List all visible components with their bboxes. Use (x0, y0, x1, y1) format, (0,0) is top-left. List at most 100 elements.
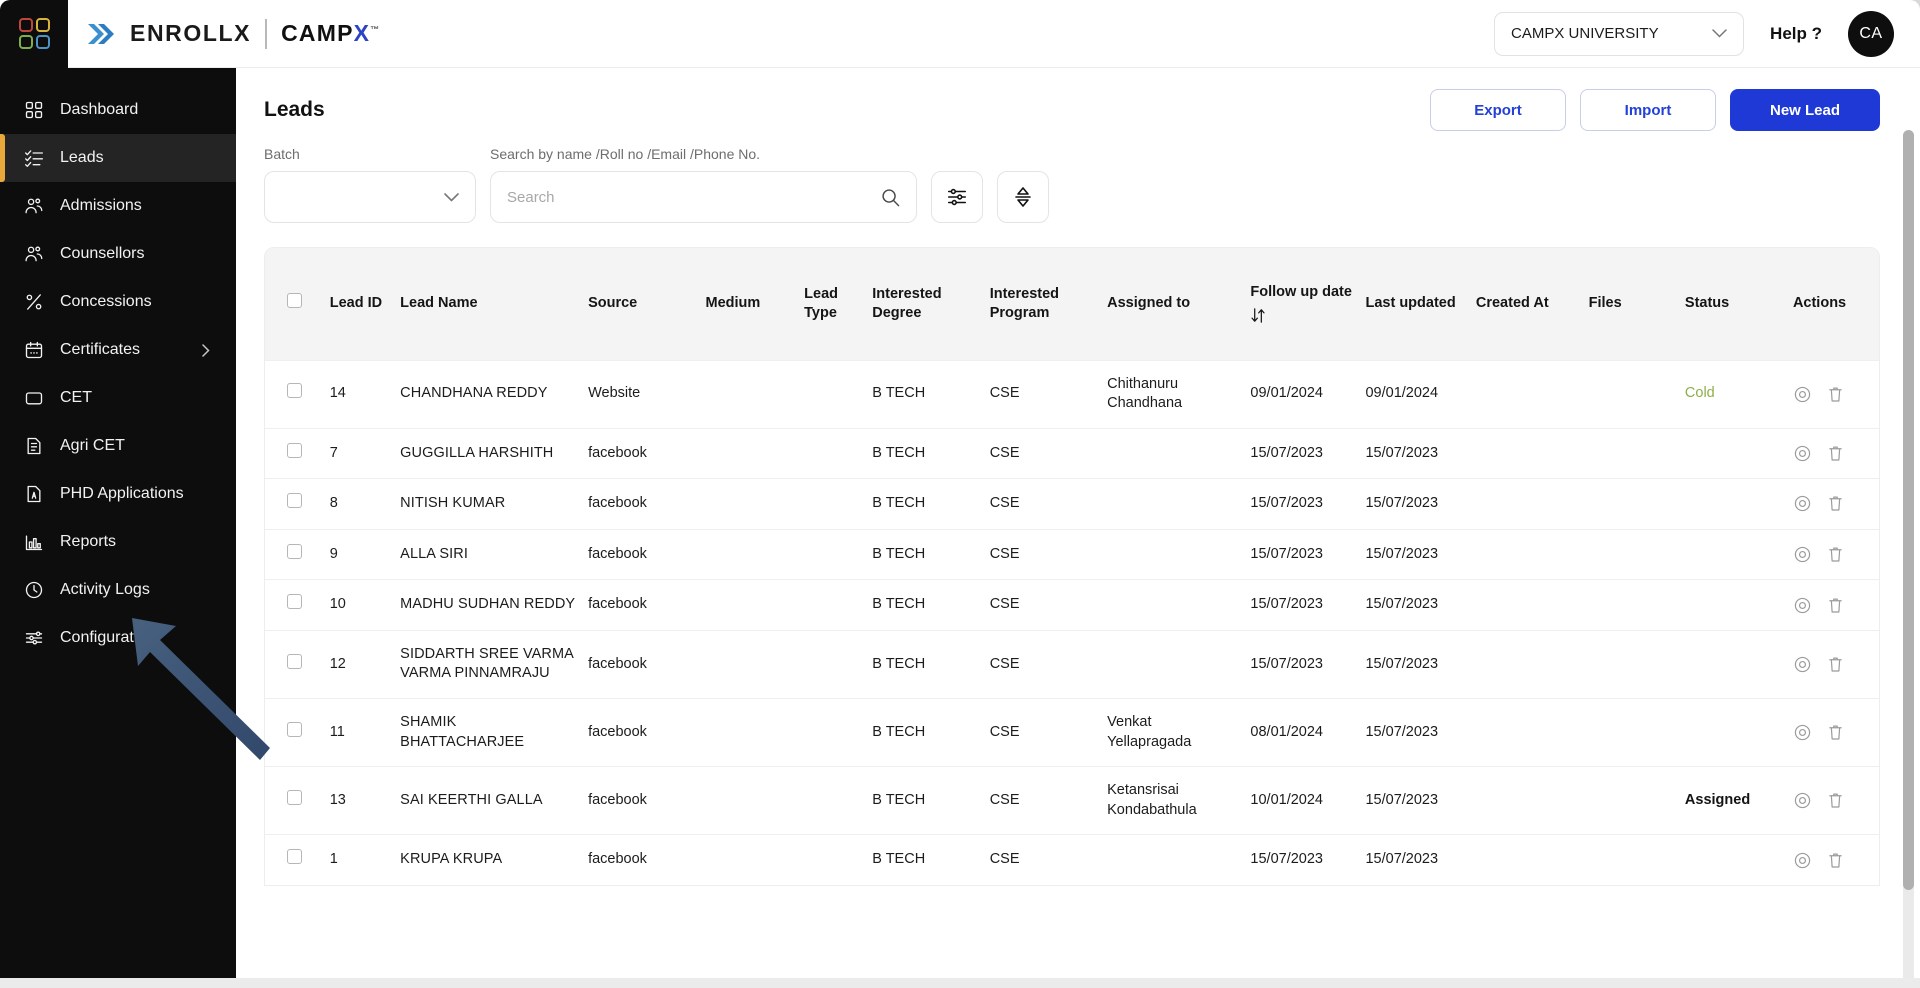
trash-icon[interactable] (1826, 851, 1845, 870)
row-checkbox[interactable] (287, 849, 302, 865)
select-all-header (265, 248, 324, 360)
column-created-at[interactable]: Created At (1470, 248, 1583, 360)
table-row[interactable]: 14 CHANDHANA REDDY Website B TECH CSE Ch… (265, 360, 1879, 428)
table-row[interactable]: 9 ALLA SIRI facebook B TECH CSE 15/07/20… (265, 529, 1879, 580)
horizontal-scrollbar[interactable] (0, 978, 1920, 988)
cell-lead-name: SHAMIK BHATTACHARJEE (400, 714, 525, 750)
column-interested-program[interactable]: Interested Program (984, 248, 1101, 360)
table-row[interactable]: 10 MADHU SUDHAN REDDY facebook B TECH CS… (265, 579, 1879, 631)
sidebar-item-activity-logs[interactable]: Activity Logs (0, 566, 236, 614)
sidebar-item-admissions[interactable]: Admissions (0, 182, 236, 230)
sidebar-item-phd-applications[interactable]: PHD Applications (0, 470, 236, 518)
column-follow-up-date[interactable]: Follow up date (1244, 248, 1359, 360)
document-a-icon (27, 485, 41, 503)
view-eye-icon[interactable] (1793, 444, 1812, 463)
trash-icon[interactable] (1826, 723, 1845, 742)
row-checkbox[interactable] (287, 383, 302, 399)
trash-icon[interactable] (1826, 385, 1845, 404)
view-eye-icon[interactable] (1793, 791, 1812, 810)
import-button[interactable]: Import (1580, 89, 1716, 131)
column-files[interactable]: Files (1583, 248, 1679, 360)
double-chevron-icon (88, 23, 114, 44)
sort-button[interactable] (997, 171, 1049, 223)
checklist-icon (25, 150, 43, 167)
table-row[interactable]: 7 GUGGILLA HARSHITH facebook B TECH CSE … (265, 428, 1879, 479)
row-checkbox[interactable] (287, 721, 302, 737)
trash-icon[interactable] (1826, 791, 1845, 810)
cell-follow-up-date: 15/07/2023 (1250, 596, 1323, 613)
row-checkbox[interactable] (287, 493, 302, 509)
sidebar-item-leads[interactable]: Leads (0, 134, 236, 182)
column-medium[interactable]: Medium (700, 248, 799, 360)
column-status[interactable]: Status (1679, 248, 1787, 360)
sidebar-item-configuration[interactable]: Configuration (0, 614, 236, 662)
chevron-right-icon[interactable] (202, 343, 210, 357)
view-eye-icon[interactable] (1793, 385, 1812, 404)
row-checkbox[interactable] (287, 442, 302, 458)
view-eye-icon[interactable] (1793, 723, 1812, 742)
cell-assigned-to (1101, 529, 1244, 580)
avatar[interactable]: CA (1848, 10, 1894, 57)
view-eye-icon[interactable] (1793, 545, 1812, 564)
app-logo-tile[interactable] (0, 0, 68, 68)
column-lead-type[interactable]: Lead Type (798, 248, 866, 360)
cell-files (1583, 630, 1679, 698)
cell-lead-type (798, 767, 866, 835)
cell-medium (700, 479, 799, 530)
filter-settings-button[interactable] (931, 171, 983, 223)
column-last-updated[interactable]: Last updated (1359, 248, 1469, 360)
sidebar-item-cet[interactable]: CET (0, 374, 236, 422)
sidebar-item-label: Configuration (60, 629, 156, 646)
column-assigned-to[interactable]: Assigned to (1101, 248, 1244, 360)
trash-icon[interactable] (1826, 494, 1845, 513)
trash-icon[interactable] (1826, 596, 1845, 615)
column-interested-degree[interactable]: Interested Degree (866, 248, 983, 360)
trash-icon[interactable] (1826, 444, 1845, 463)
cell-lead-name: SAI KEERTHI GALLA (400, 791, 543, 808)
help-link[interactable]: Help ? (1770, 24, 1822, 44)
row-checkbox[interactable] (287, 653, 302, 669)
vertical-scrollbar[interactable] (1903, 130, 1914, 988)
view-eye-icon[interactable] (1793, 851, 1812, 870)
select-all-checkbox[interactable] (287, 293, 302, 309)
batch-select[interactable] (264, 171, 476, 223)
sidebar-item-certificates[interactable]: Certificates (0, 326, 236, 374)
search-icon[interactable] (881, 188, 900, 207)
organization-select[interactable]: CAMPX UNIVERSITY (1494, 11, 1745, 56)
cell-created-at (1470, 699, 1583, 767)
column-source[interactable]: Source (582, 248, 699, 360)
sidebar-item-counsellors[interactable]: Counsellors (0, 230, 236, 278)
row-checkbox[interactable] (287, 594, 302, 610)
table-row[interactable]: 1 KRUPA KRUPA facebook B TECH CSE 15/07/… (265, 834, 1879, 885)
cell-interested-degree: B TECH (872, 495, 926, 512)
table-row[interactable]: 12 SIDDARTH SREE VARMA VARMA PINNAMRAJU … (265, 630, 1879, 698)
trash-icon[interactable] (1826, 545, 1845, 564)
row-checkbox[interactable] (287, 789, 302, 805)
view-eye-icon[interactable] (1793, 655, 1812, 674)
sidebar-item-dashboard[interactable]: Dashboard (0, 86, 236, 134)
table-row[interactable]: 8 NITISH KUMAR facebook B TECH CSE 15/07… (265, 478, 1879, 530)
dashboard-grid-icon (25, 101, 43, 119)
vertical-scrollbar-thumb[interactable] (1903, 130, 1914, 890)
view-eye-icon[interactable] (1793, 494, 1812, 513)
table-row[interactable]: 13 SAI KEERTHI GALLA facebook B TECH CSE… (265, 766, 1879, 835)
cell-assigned-to: Chithanuru Chandhana (1107, 375, 1183, 412)
cell-actions (1787, 699, 1879, 767)
view-eye-icon[interactable] (1793, 596, 1812, 615)
column-lead-name[interactable]: Lead Name (394, 248, 582, 360)
export-button[interactable]: Export (1430, 89, 1566, 131)
sidebar-item-concessions[interactable]: Concessions (0, 278, 236, 326)
sort-arrows-icon[interactable] (1250, 307, 1267, 324)
sidebar-item-reports[interactable]: Reports (0, 518, 236, 566)
sidebar-item-agri-cet[interactable]: Agri CET (0, 422, 236, 470)
cell-interested-program: CSE (989, 385, 1020, 402)
new-lead-button[interactable]: New Lead (1730, 89, 1880, 131)
search-box[interactable] (490, 171, 917, 223)
trash-icon[interactable] (1826, 655, 1845, 674)
row-checkbox[interactable] (287, 543, 302, 559)
row-action-group (1793, 851, 1875, 870)
table-row[interactable]: 11 SHAMIK BHATTACHARJEE facebook B TECH … (265, 698, 1879, 767)
column-lead-id[interactable]: Lead ID (324, 248, 394, 360)
search-input[interactable] (507, 188, 881, 206)
table-header-row: Lead ID Lead Name Source Medium Lead Typ… (265, 248, 1879, 360)
